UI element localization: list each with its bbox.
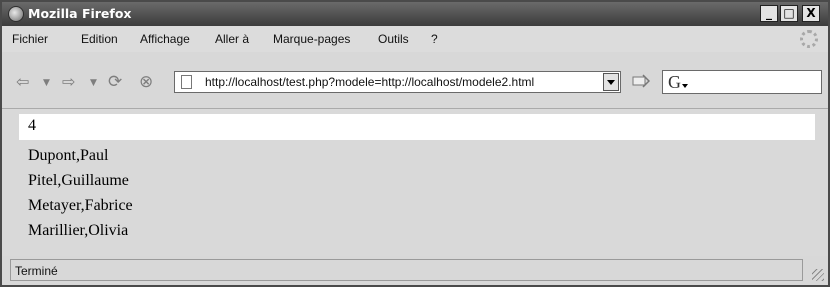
- menu-marque-pages[interactable]: Marque-pages: [273, 32, 350, 46]
- close-button[interactable]: X: [802, 5, 820, 22]
- back-arrow-icon[interactable]: ⇦: [16, 72, 29, 92]
- menu-help[interactable]: ?: [431, 32, 438, 46]
- result-count-box: 4: [19, 114, 815, 140]
- status-text: Terminé: [15, 264, 58, 278]
- menu-bar: Fichier Edition Affichage Aller à Marque…: [2, 26, 828, 52]
- list-item: Marillier,Olivia: [28, 222, 129, 239]
- window-title: Mozilla Firefox: [28, 6, 132, 21]
- forward-arrow-icon[interactable]: ⇨: [62, 72, 75, 92]
- status-bar: Terminé: [2, 256, 828, 285]
- firefox-logo-icon: [8, 6, 24, 22]
- search-engine-chevron-icon[interactable]: [682, 84, 688, 88]
- resize-grip-icon[interactable]: [812, 269, 824, 281]
- menu-edition[interactable]: Edition: [81, 32, 118, 46]
- status-panel: Terminé: [10, 259, 803, 281]
- minimize-button[interactable]: _: [760, 5, 778, 22]
- back-history-chevron-icon[interactable]: ▼: [43, 73, 50, 93]
- go-icon[interactable]: [632, 74, 650, 88]
- maximize-button[interactable]: □: [780, 5, 798, 22]
- menu-aller-a[interactable]: Aller à: [215, 32, 249, 46]
- stop-icon[interactable]: ⊗: [139, 72, 153, 92]
- navigation-toolbar: ⇦ ▼ ⇨ ▼ ⟳ ⊗ http://localhost/test.php?mo…: [2, 52, 828, 109]
- address-bar[interactable]: http://localhost/test.php?modele=http://…: [174, 71, 621, 93]
- activity-throbber-icon: [800, 30, 818, 48]
- url-dropdown-button[interactable]: [603, 73, 619, 91]
- search-engine-icon[interactable]: G: [668, 73, 681, 91]
- search-box[interactable]: G: [662, 70, 822, 94]
- menu-outils[interactable]: Outils: [378, 32, 409, 46]
- list-item: Pitel,Guillaume: [28, 172, 129, 189]
- list-item: Dupont,Paul: [28, 147, 109, 164]
- title-bar: Mozilla Firefox _ □ X: [2, 2, 828, 26]
- result-count: 4: [28, 117, 36, 134]
- menu-affichage[interactable]: Affichage: [140, 32, 190, 46]
- page-content: 4 Dupont,Paul Pitel,Guillaume Metayer,Fa…: [2, 109, 828, 256]
- reload-icon[interactable]: ⟳: [108, 72, 122, 92]
- list-item: Metayer,Fabrice: [28, 197, 133, 214]
- url-text[interactable]: http://localhost/test.php?modele=http://…: [205, 75, 534, 89]
- browser-window: Mozilla Firefox _ □ X Fichier Edition Af…: [0, 0, 830, 287]
- page-icon: [181, 75, 192, 89]
- menu-fichier[interactable]: Fichier: [12, 32, 48, 46]
- forward-history-chevron-icon[interactable]: ▼: [90, 73, 97, 93]
